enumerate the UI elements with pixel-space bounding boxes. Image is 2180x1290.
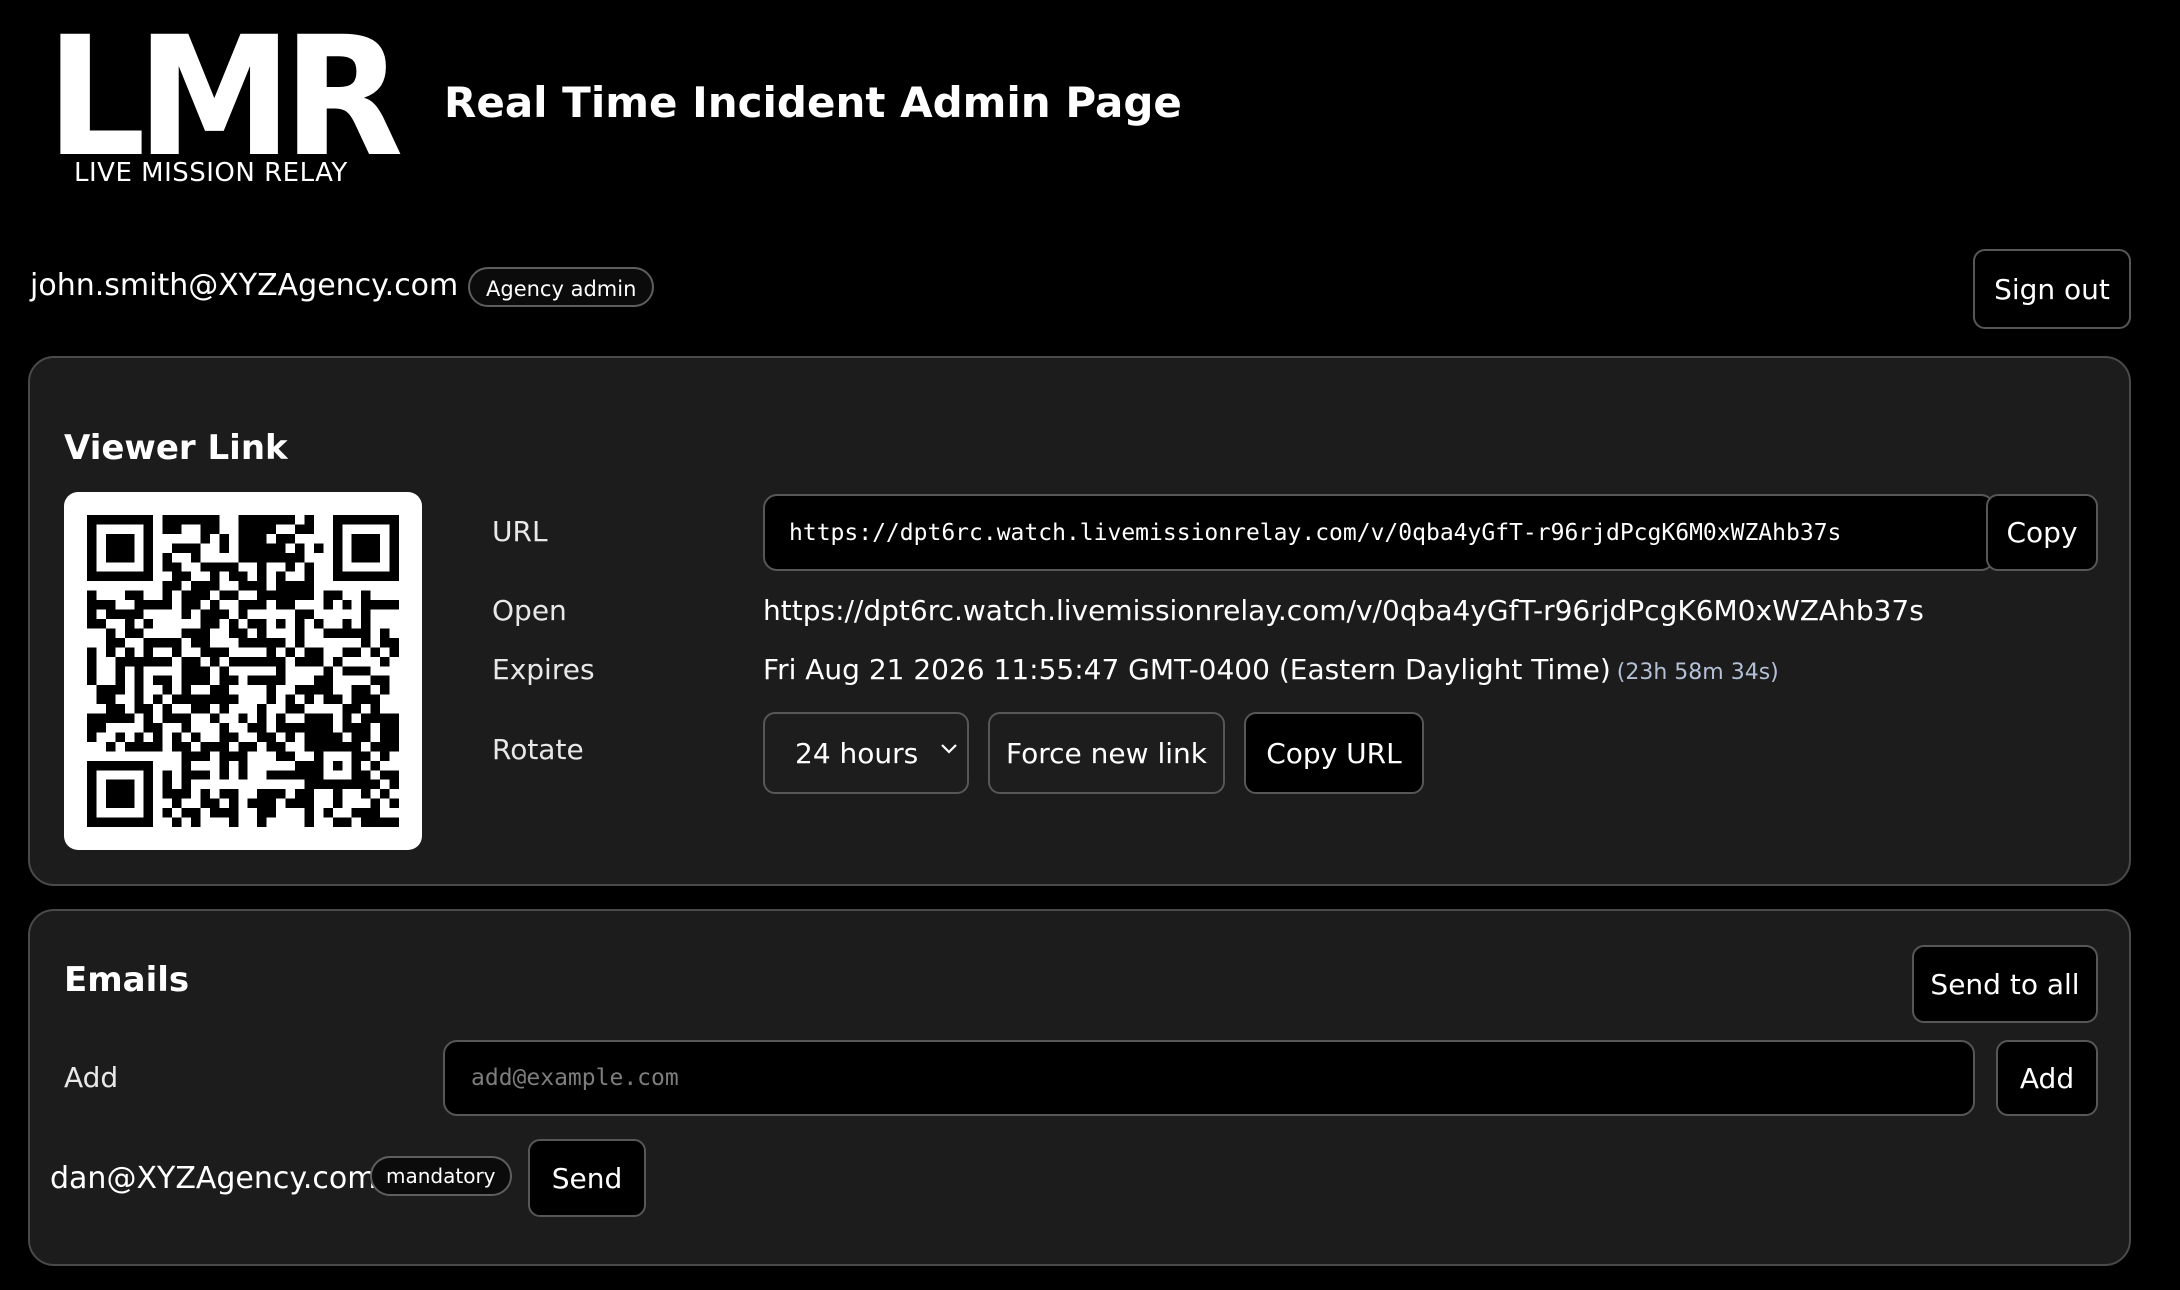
chevron-down-icon [941,744,957,754]
expires-label: Expires [492,653,595,686]
send-to-all-button[interactable]: Send to all [1912,945,2098,1023]
recipient-email: dan@XYZAgency.com [50,1161,377,1196]
url-field-value: https://dpt6rc.watch.livemissionrelay.co… [789,519,1842,546]
add-email-field[interactable] [443,1040,1975,1116]
rotate-select[interactable]: 24 hours [763,712,969,794]
copy-url-button[interactable]: Copy URL [1244,712,1424,794]
expires-countdown: (23h 58m 34s) [1616,660,1779,685]
add-email-button[interactable]: Add [1996,1040,2098,1116]
qr-code-icon [87,515,399,827]
mandatory-tag: mandatory [370,1156,512,1196]
url-field[interactable]: https://dpt6rc.watch.livemissionrelay.co… [763,494,1995,571]
add-email-label: Add [64,1061,119,1094]
rotate-select-value: 24 hours [795,736,919,770]
open-label: Open [492,594,567,627]
sign-out-button[interactable]: Sign out [1973,249,2131,329]
send-button[interactable]: Send [528,1139,646,1217]
expires-value: Fri Aug 21 2026 11:55:47 GMT-0400 (Easte… [763,653,1611,686]
viewer-link-title: Viewer Link [64,428,288,468]
user-email: john.smith@XYZAgency.com [30,268,459,303]
emails-title: Emails [64,960,190,1000]
add-email-input[interactable] [469,1064,1949,1092]
url-label: URL [492,515,548,548]
qr-code [64,492,422,850]
emails-panel: Emails Send to all Add Add dan@XYZAgency… [28,909,2131,1266]
viewer-link-panel: Viewer Link URL https://dpt6rc.watch.liv… [28,356,2131,886]
role-badge: Agency admin [468,267,655,307]
force-new-link-button[interactable]: Force new link [988,712,1225,794]
copy-button[interactable]: Copy [1986,494,2098,571]
logo: LMR LIVE MISSION RELAY [46,1,404,193]
logo-tagline: LIVE MISSION RELAY [74,158,348,188]
logo-mark: LMR [46,1,404,193]
expires-text: Fri Aug 21 2026 11:55:47 GMT-0400 (Easte… [763,653,1779,686]
rotate-label: Rotate [492,733,584,766]
open-link[interactable]: https://dpt6rc.watch.livemissionrelay.co… [763,594,1924,627]
page-title: Real Time Incident Admin Page [444,78,1182,127]
